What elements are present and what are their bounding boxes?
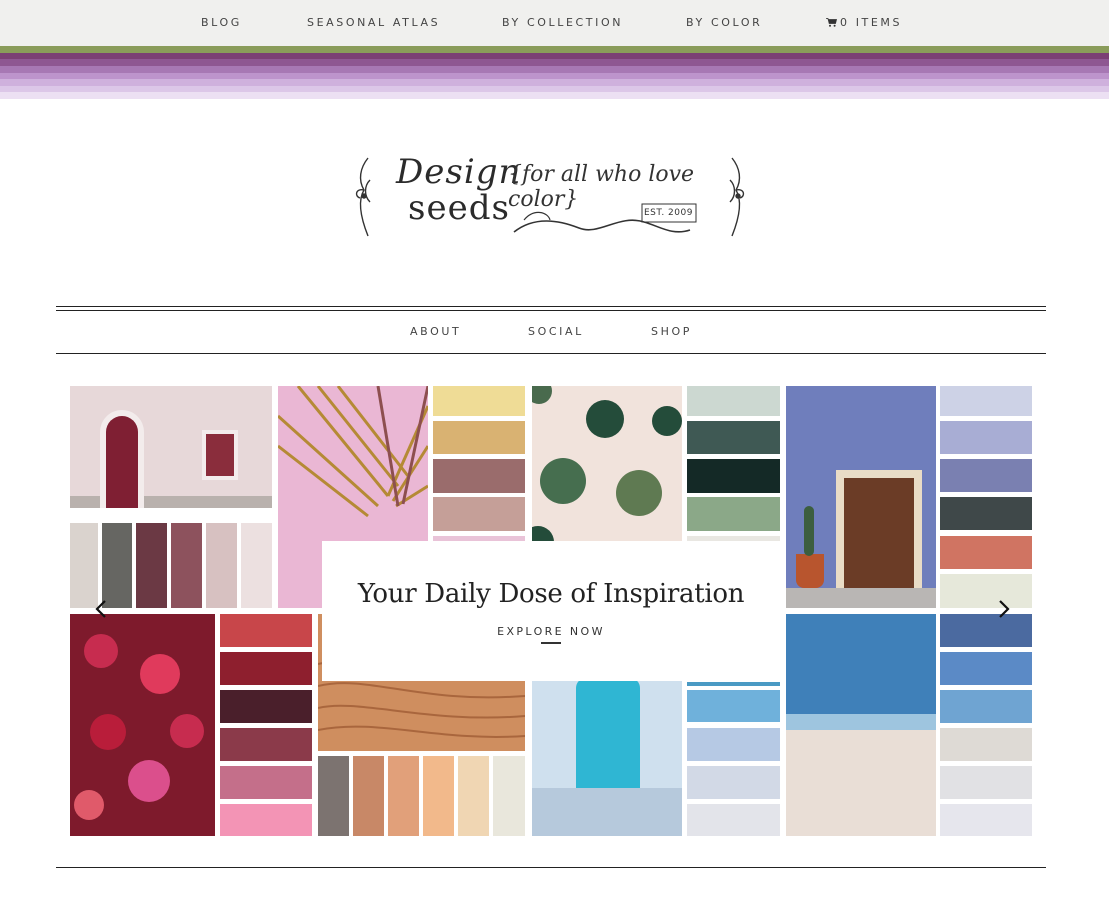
palette-blue-wall [786, 386, 1032, 608]
hero-title: Your Daily Dose of Inspiration [357, 579, 745, 609]
nav-social[interactable]: SOCIAL [528, 325, 584, 338]
nav-by-collection[interactable]: BY COLLECTION [502, 16, 623, 29]
cart-icon [826, 18, 837, 27]
nav-about[interactable]: ABOUT [410, 325, 461, 338]
cart-count: 0 ITEMS [840, 16, 903, 29]
hero-card: Your Daily Dose of Inspiration EXPLORE N… [322, 541, 780, 681]
palette-ocean [786, 614, 1032, 836]
top-nav: BLOG SEASONAL ATLAS BY COLLECTION BY COL… [0, 0, 1109, 46]
nav-blog[interactable]: BLOG [201, 16, 242, 29]
chevron-right-icon[interactable] [993, 598, 1013, 620]
palette-roses [70, 614, 312, 836]
rule-footer [56, 867, 1046, 868]
design-seeds-logo[interactable] [354, 150, 748, 244]
rule-top-1 [56, 306, 1046, 307]
rule-bottom [56, 353, 1046, 354]
nav-seasonal-atlas[interactable]: SEASONAL ATLAS [307, 16, 440, 29]
palette-door [70, 386, 272, 608]
chevron-left-icon[interactable] [92, 598, 112, 620]
nav-shop[interactable]: SHOP [651, 325, 692, 338]
color-stripes [0, 46, 1109, 99]
nav-cart[interactable]: 0 ITEMS [826, 16, 902, 29]
explore-now-link[interactable]: EXPLORE NOW [322, 625, 780, 638]
cta-underline [541, 642, 561, 644]
nav-by-color[interactable]: BY COLOR [686, 16, 762, 29]
rule-top-2 [56, 310, 1046, 311]
